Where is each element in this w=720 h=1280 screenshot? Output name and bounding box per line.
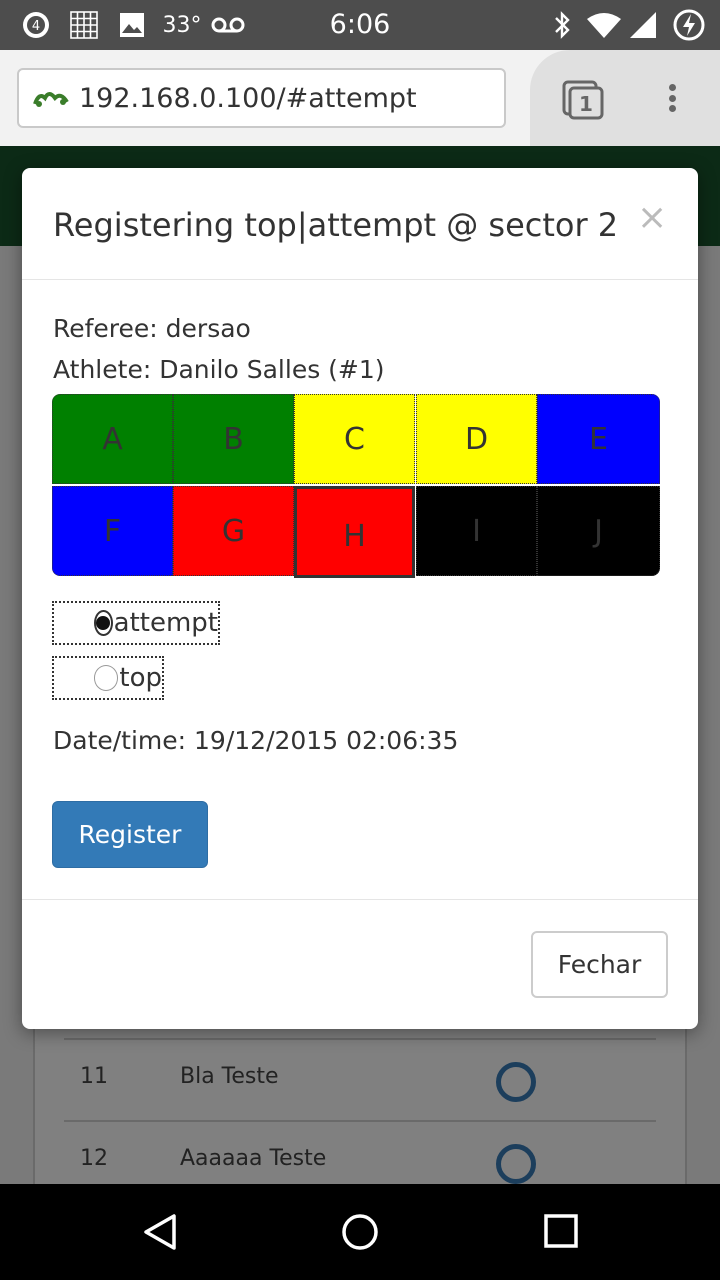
hold-i[interactable]: I [416, 486, 537, 576]
hold-c[interactable]: C [294, 394, 415, 484]
status-bar: 4 33° 6:06 [0, 0, 720, 50]
home-icon[interactable] [340, 1212, 380, 1252]
top-label: top [119, 663, 162, 693]
bluetooth-icon [550, 10, 574, 40]
menu-dot [668, 94, 676, 102]
hold-f[interactable]: F [52, 486, 173, 576]
row-number: 12 [80, 1146, 108, 1171]
divider [22, 899, 698, 900]
hold-j[interactable]: J [537, 486, 660, 576]
overflow-menu-button[interactable] [660, 78, 684, 118]
url-text: 192.168.0.100/#attempt [79, 82, 417, 114]
referee-label: Referee: dersao [53, 314, 251, 343]
browser-toolbar: 192.168.0.100/#attempt 1 [0, 50, 720, 146]
close-icon[interactable]: × [637, 198, 667, 238]
modal-title: Registering top|attempt @ sector 2 [53, 206, 619, 244]
divider [22, 279, 698, 280]
top-option[interactable]: top [52, 656, 164, 700]
athlete-label: Athlete: Danilo Salles (#1) [53, 355, 385, 384]
hold-a[interactable]: A [52, 394, 173, 484]
status-circle-icon[interactable] [496, 1062, 536, 1102]
register-button[interactable]: Register [52, 801, 208, 868]
attempt-radio[interactable] [94, 610, 113, 636]
datetime-label: Date/time: 19/12/2015 02:06:35 [53, 726, 459, 755]
system-nav-bar [0, 1184, 720, 1280]
row-name: Aaaaaa Teste [180, 1146, 327, 1171]
hold-h[interactable]: H [294, 486, 415, 578]
status-circle-icon[interactable] [496, 1144, 536, 1184]
row-number: 11 [80, 1064, 108, 1089]
menu-dot [668, 84, 676, 91]
close-button[interactable]: Fechar [531, 931, 668, 998]
recents-icon[interactable] [542, 1212, 582, 1252]
hold-g[interactable]: G [173, 486, 294, 576]
back-icon[interactable] [140, 1212, 180, 1252]
row-name: Bla Teste [180, 1064, 279, 1089]
menu-dot [668, 105, 676, 112]
hold-d[interactable]: D [416, 394, 537, 484]
address-bar[interactable]: 192.168.0.100/#attempt [17, 68, 506, 128]
wifi-icon [586, 10, 622, 40]
table-row[interactable]: 11 Bla Teste [64, 1038, 656, 1120]
hold-grid: A B C D E F G H I J [52, 394, 660, 578]
site-favicon-icon [33, 92, 69, 107]
attempt-label: attempt [113, 608, 218, 638]
hold-b[interactable]: B [173, 394, 294, 484]
register-modal: Registering top|attempt @ sector 2 × Ref… [22, 168, 698, 1029]
tab-count: 1 [579, 92, 593, 116]
cell-signal-icon [626, 10, 660, 40]
hold-e[interactable]: E [537, 394, 660, 484]
top-radio[interactable] [94, 665, 119, 691]
tab-switcher-button[interactable]: 1 [560, 80, 606, 120]
attempt-option[interactable]: attempt [52, 601, 220, 645]
battery-charging-icon [672, 9, 706, 41]
